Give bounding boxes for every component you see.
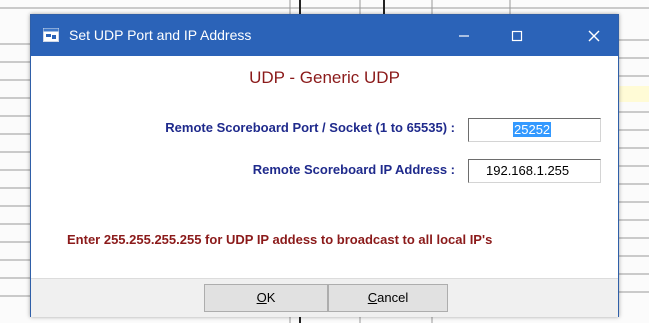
- minimize-icon: [459, 35, 469, 37]
- dialog-title: Set UDP Port and IP Address: [69, 27, 252, 43]
- cancel-mnemonic: C: [367, 290, 378, 305]
- close-icon: [588, 30, 600, 42]
- ok-label-rest: K: [266, 290, 276, 305]
- protocol-heading: UDP - Generic UDP: [249, 68, 400, 87]
- ok-button[interactable]: OK: [204, 284, 328, 312]
- maximize-icon: [511, 30, 523, 41]
- ok-mnemonic: O: [256, 290, 267, 305]
- port-input[interactable]: 25252: [468, 118, 601, 142]
- udp-settings-dialog: Set UDP Port and IP Address UDP - Generi…: [30, 14, 619, 317]
- port-value: 25252: [513, 122, 552, 137]
- cancel-label-rest: ancel: [377, 290, 409, 305]
- ip-address-label: Remote Scoreboard IP Address :: [252, 162, 455, 177]
- minimize-button[interactable]: [441, 15, 487, 56]
- broadcast-hint: Enter 255.255.255.255 for UDP IP addess …: [67, 232, 493, 247]
- port-label: Remote Scoreboard Port / Socket (1 to 65…: [165, 120, 455, 135]
- screen: Set UDP Port and IP Address UDP - Generi…: [0, 0, 649, 323]
- cancel-button[interactable]: Cancel: [328, 284, 448, 312]
- button-bar: OK Cancel: [31, 278, 618, 317]
- close-button[interactable]: [571, 15, 617, 56]
- ip-address-input[interactable]: 192.168.1.255: [468, 159, 601, 183]
- dialog-body: UDP - Generic UDP Remote Scoreboard Port…: [31, 56, 618, 278]
- app-window-icon: [43, 28, 59, 42]
- title-bar[interactable]: Set UDP Port and IP Address: [31, 15, 618, 56]
- ip-address-value: 192.168.1.255: [486, 163, 570, 178]
- maximize-button[interactable]: [494, 15, 540, 56]
